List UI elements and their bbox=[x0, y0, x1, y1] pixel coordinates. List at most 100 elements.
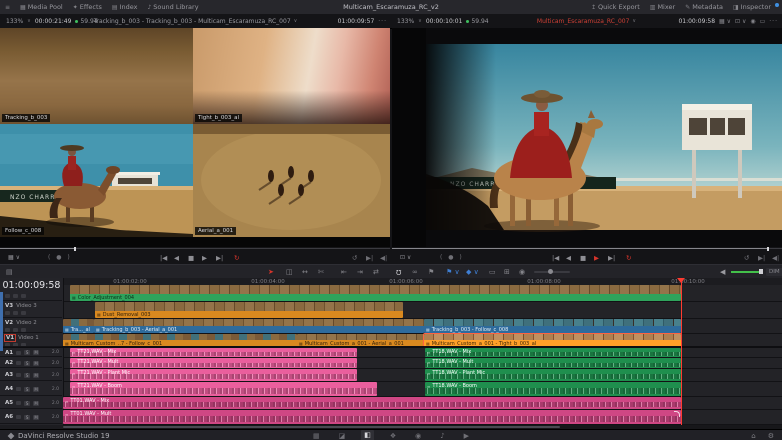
timeline-audio-clip[interactable]: ≈TT21.WAV - Mix bbox=[70, 348, 357, 357]
audio-waveform bbox=[70, 388, 377, 394]
video-frame-art bbox=[193, 124, 390, 237]
clip-label: ≈TT21.WAV - Boom bbox=[72, 383, 122, 389]
track-id[interactable]: V3 bbox=[5, 303, 13, 309]
track-lock-button[interactable] bbox=[5, 343, 10, 347]
solo-button[interactable]: S bbox=[24, 401, 30, 406]
track-enable-button[interactable] bbox=[21, 294, 26, 298]
track-autoselect-button[interactable] bbox=[13, 294, 18, 298]
timeline-audio-clip[interactable]: ≈TT21.WAV - Mult bbox=[70, 358, 357, 368]
page-edit[interactable]: ◧ bbox=[361, 430, 374, 440]
timeline-lanes: ▦Color_Adjustment_004▦Dust_Removal_003▦T… bbox=[0, 0, 782, 440]
track-lock-button[interactable] bbox=[16, 361, 21, 365]
clip-label: ≈TT01.WAV - Mult bbox=[65, 411, 111, 417]
track-lock-button[interactable] bbox=[16, 373, 21, 377]
solo-button[interactable]: S bbox=[24, 387, 30, 392]
timeline-audio-clip[interactable]: ≈TT18.WAV - Boom bbox=[425, 382, 681, 396]
angle-label: Aerial_a_001 bbox=[195, 227, 236, 235]
timeline-audio-clip[interactable]: ≈TT21.WAV - Plant Mic bbox=[70, 369, 357, 381]
footer-right-icons: ⌂⚙ bbox=[751, 430, 774, 440]
timeline-clip[interactable]: ▦Color_Adjustment_004 bbox=[70, 285, 681, 301]
track-header-A5[interactable]: A5SM2.0 bbox=[0, 397, 62, 409]
track-channels: 2.0 bbox=[52, 361, 62, 366]
track-lock-button[interactable] bbox=[5, 328, 10, 332]
track-lock-button[interactable] bbox=[16, 401, 21, 405]
clip-thumbnails bbox=[94, 319, 424, 326]
link-icon: ≈ bbox=[427, 360, 430, 365]
page-media[interactable]: ▦ bbox=[310, 431, 323, 440]
project-home-icon[interactable]: ⌂ bbox=[751, 432, 755, 440]
mute-button[interactable]: M bbox=[33, 373, 39, 378]
track-id[interactable]: A1 bbox=[5, 350, 13, 356]
settings-gear-icon[interactable]: ⚙ bbox=[768, 432, 774, 440]
timeline-audio-clip[interactable]: ≈TT18.WAV - Mix bbox=[425, 348, 681, 357]
timeline-audio-clip[interactable]: ≈TT18.WAV - Plant Mic bbox=[425, 369, 681, 381]
timeline-audio-clip[interactable]: ≈TT01.WAV - Mix bbox=[63, 397, 681, 409]
clip-label: ≈TT18.WAV - Boom bbox=[427, 383, 477, 389]
solo-button[interactable]: S bbox=[24, 361, 30, 366]
page-cut[interactable]: ◪ bbox=[336, 431, 349, 440]
track-id[interactable]: A2 bbox=[5, 360, 13, 366]
track-enable-button[interactable] bbox=[21, 328, 26, 332]
track-autoselect-button[interactable] bbox=[13, 343, 18, 347]
playhead[interactable] bbox=[681, 278, 682, 425]
track-header-A4[interactable]: A4SM2.0 bbox=[0, 382, 62, 396]
track-id[interactable]: A5 bbox=[5, 400, 13, 406]
timeline-clip[interactable]: ▦Tracking_b_003 - Aerial_a_001 bbox=[94, 319, 424, 333]
mute-button[interactable]: M bbox=[33, 361, 39, 366]
link-icon: ≈ bbox=[72, 350, 75, 355]
clip-label: ≈TT18.WAV - Plant Mic bbox=[427, 370, 485, 376]
track-autoselect-button[interactable] bbox=[13, 328, 18, 332]
track-header-V3[interactable]: V3Video 3 bbox=[0, 302, 62, 318]
clip-label: Tra..._al bbox=[71, 327, 90, 333]
vertical-scrollbar[interactable] bbox=[0, 287, 3, 351]
track-id[interactable]: A3 bbox=[5, 372, 13, 378]
solo-button[interactable]: S bbox=[24, 373, 30, 378]
track-lock-button[interactable] bbox=[5, 311, 10, 315]
timeline-audio-clip[interactable]: ≈TT21.WAV - Boom bbox=[70, 382, 377, 396]
solo-button[interactable]: S bbox=[24, 415, 30, 420]
clip-label: Color_Adjustment_004 bbox=[78, 295, 134, 301]
solo-button[interactable]: S bbox=[24, 350, 30, 355]
track-header-A1[interactable]: A1SM2.0 bbox=[0, 348, 62, 357]
track-enable-button[interactable] bbox=[21, 343, 26, 347]
mute-button[interactable]: M bbox=[33, 401, 39, 406]
track-lock-button[interactable] bbox=[16, 387, 21, 391]
clip-label: ≈TT01.WAV - Mix bbox=[65, 398, 109, 404]
clip-label-text: TT21.WAV - Plant Mic bbox=[77, 370, 130, 376]
angle-aerial[interactable]: Aerial_a_001 bbox=[193, 124, 390, 237]
track-lock-button[interactable] bbox=[5, 294, 10, 298]
page-fairlight[interactable]: ♪ bbox=[437, 431, 447, 440]
clip-label-text: TT21.WAV - Mult bbox=[77, 359, 118, 365]
track-header-V2[interactable]: V2Video 2 bbox=[0, 319, 62, 333]
timeline-audio-clip[interactable]: ≈TT01.WAV - Mult bbox=[63, 410, 681, 424]
track-header-V1[interactable]: V1Video 1 bbox=[0, 334, 62, 347]
fade-handle[interactable] bbox=[674, 411, 680, 417]
track-lock-button[interactable] bbox=[16, 415, 21, 419]
playhead-caret[interactable] bbox=[677, 278, 685, 283]
track-autoselect-button[interactable] bbox=[13, 311, 18, 315]
page-deliver[interactable]: ▶ bbox=[461, 431, 472, 440]
track-id[interactable]: A4 bbox=[5, 386, 13, 392]
page-switcher: ▦ ◪ ◧ ❖ ◉ ♪ ▶ bbox=[0, 430, 782, 440]
track-id[interactable]: V2 bbox=[5, 320, 13, 326]
timeline-clip[interactable]: ▦Tra..._al bbox=[63, 319, 94, 333]
timeline-clip[interactable]: ▦Dust_Removal_003 bbox=[95, 302, 403, 318]
timeline-clip[interactable]: ▦Tracking_b_003 - Follow_c_008 bbox=[424, 319, 681, 333]
page-fusion[interactable]: ❖ bbox=[387, 431, 399, 440]
audio-waveform bbox=[63, 416, 681, 422]
page-color[interactable]: ◉ bbox=[412, 431, 424, 440]
mute-button[interactable]: M bbox=[33, 387, 39, 392]
audio-waveform bbox=[425, 388, 681, 394]
track-enable-button[interactable] bbox=[21, 311, 26, 315]
mute-button[interactable]: M bbox=[33, 415, 39, 420]
timeline-audio-clip[interactable]: ≈TT18.WAV - Mult bbox=[425, 358, 681, 368]
track-header-A6[interactable]: A6SM2.0 bbox=[0, 410, 62, 424]
track-header-A3[interactable]: A3SM2.0 bbox=[0, 369, 62, 381]
horizontal-scrollbar-thumb[interactable] bbox=[63, 426, 560, 428]
track-lock-button[interactable] bbox=[16, 351, 21, 355]
clip-thumbnails bbox=[424, 319, 681, 326]
track-id[interactable]: A6 bbox=[5, 414, 13, 420]
track-id[interactable]: V1 bbox=[5, 335, 15, 341]
mute-button[interactable]: M bbox=[33, 350, 39, 355]
track-header-A2[interactable]: A2 SM 2.0 bbox=[0, 358, 62, 368]
